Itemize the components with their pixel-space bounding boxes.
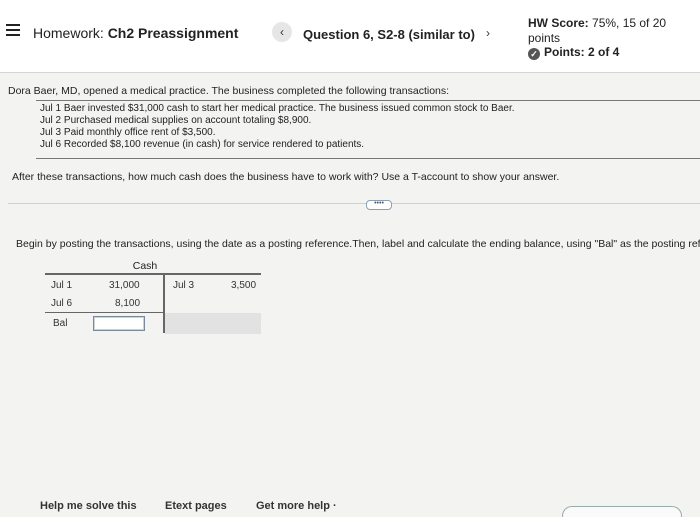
expand-more-button[interactable]: •••• (366, 200, 392, 210)
transactions-box: Jul 1 Baer invested $31,000 cash to star… (36, 100, 700, 159)
problem-intro: Dora Baer, MD, opened a medical practice… (8, 85, 450, 97)
help-me-solve-button[interactable]: Help me solve this (40, 500, 137, 512)
etext-pages-link[interactable]: Etext pages (165, 500, 227, 512)
balance-label: Bal (53, 318, 68, 329)
points-value: 2 of 4 (588, 45, 620, 59)
homework-title-name: Ch2 Preassignment (107, 25, 239, 41)
get-more-help-link[interactable]: Get more help · (256, 500, 337, 512)
hw-score-unit: points (528, 31, 561, 45)
hw-score-label: HW Score: (528, 16, 593, 30)
transaction-line: Jul 3 Paid monthly office rent of $3,500… (40, 127, 216, 138)
problem-question: After these transactions, how much cash … (12, 171, 560, 183)
problem-area: Dora Baer, MD, opened a medical practice… (0, 72, 700, 512)
debit-amount: 8,100 (115, 298, 141, 309)
partial-credit-icon: ✓ (528, 48, 540, 60)
credit-ref: Jul 3 (173, 280, 195, 291)
posting-instructions: Begin by posting the transactions, using… (16, 238, 700, 250)
cash-t-account: Cash Jul 1 31,000 Jul 6 8,100 Jul 3 3,50… (45, 258, 261, 336)
transaction-line: Jul 1 Baer invested $31,000 cash to star… (40, 103, 515, 114)
question-points: ✓ Points: 2 of 4 (528, 45, 619, 60)
menu-icon[interactable] (6, 24, 20, 38)
debit-ref: Jul 6 (51, 298, 73, 309)
transaction-line: Jul 6 Recorded $8,100 revenue (in cash) … (40, 139, 365, 150)
debit-ref: Jul 1 (51, 280, 73, 291)
homework-title: Homework: Ch2 Preassignment (33, 25, 238, 41)
balance-input[interactable] (93, 316, 145, 331)
section-divider (8, 203, 700, 204)
hw-score-value: 75%, 15 of 20 (592, 16, 667, 30)
t-account-title: Cash (132, 260, 158, 272)
debit-amount: 31,000 (109, 280, 140, 291)
transaction-line: Jul 2 Purchased medical supplies on acco… (40, 115, 312, 126)
t-account-credit-balance-area (165, 313, 261, 334)
previous-question-button[interactable]: ‹ (272, 22, 292, 42)
t-account-top-rule (45, 273, 261, 275)
assignment-header: Homework: Ch2 Preassignment ‹ Question 6… (0, 0, 700, 73)
check-answer-button[interactable] (562, 506, 682, 517)
next-question-button[interactable]: › (486, 26, 490, 40)
homework-title-prefix: Homework: (33, 25, 108, 41)
hw-score: HW Score: 75%, 15 of 20 points (528, 16, 666, 46)
question-title: Question 6, S2-8 (similar to) (303, 27, 475, 42)
credit-amount: 3,500 (231, 280, 257, 291)
points-label: Points: (544, 45, 588, 59)
t-account-balance-rule (45, 312, 165, 313)
